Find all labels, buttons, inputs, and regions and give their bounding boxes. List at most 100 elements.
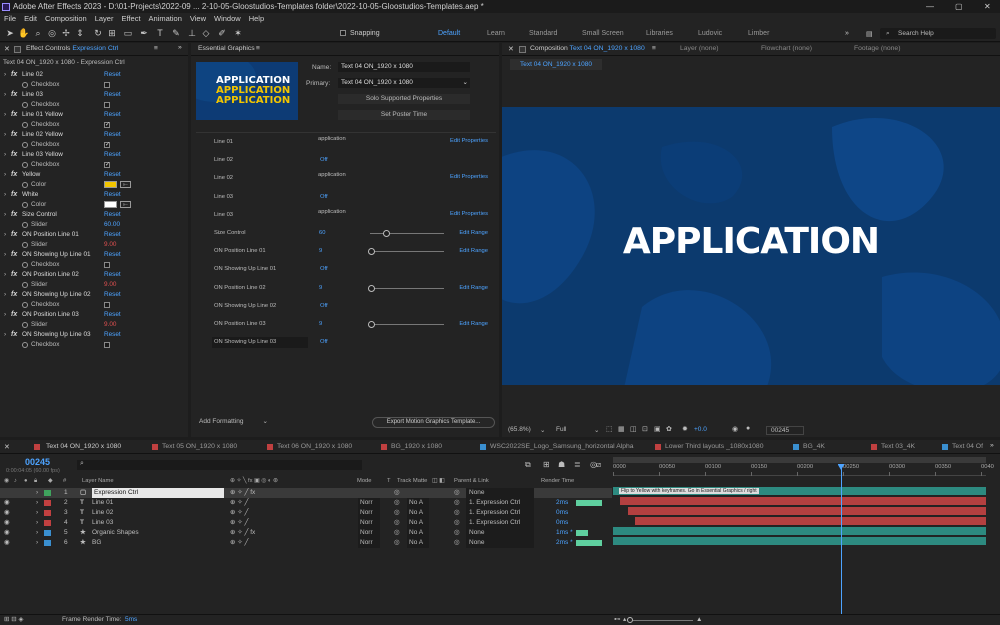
- blend-mode-select[interactable]: Norr: [358, 518, 380, 528]
- blend-mode-select[interactable]: Norr: [358, 538, 380, 548]
- expand-arrow-icon[interactable]: ›: [4, 190, 6, 200]
- eg-slider-track[interactable]: [370, 233, 444, 234]
- puppet-tool-icon[interactable]: ✶: [232, 28, 244, 39]
- resolution-select[interactable]: Full: [556, 426, 566, 433]
- eg-edit-link[interactable]: Edit Range: [459, 225, 488, 242]
- panel-close-icon[interactable]: ✕: [508, 45, 514, 53]
- timeline-zoom-knob[interactable]: [627, 617, 633, 623]
- layer-switches-icons[interactable]: ⊕ ✧ ╱: [230, 508, 248, 518]
- effect-reset-link[interactable]: Reset: [104, 210, 121, 220]
- layer-duration-bar[interactable]: [627, 507, 986, 515]
- eg-text-value[interactable]: application: [318, 204, 346, 221]
- essential-graphics-menu-icon[interactable]: ≡: [256, 45, 260, 52]
- eg-property-label[interactable]: ON Position Line 01: [214, 243, 266, 260]
- eg-slider-value[interactable]: 9: [319, 280, 322, 297]
- stopwatch-icon[interactable]: [22, 242, 28, 248]
- selection-tool-icon[interactable]: ➤: [4, 28, 16, 39]
- menu-effect[interactable]: Effect: [121, 14, 140, 23]
- eg-edit-link[interactable]: Edit Range: [459, 280, 488, 297]
- fx-icon[interactable]: fx: [11, 210, 17, 220]
- layer-switches-icons[interactable]: ⊕ ✧ ╱ fx: [230, 488, 255, 498]
- zoom-out-icon[interactable]: ▴: [623, 615, 626, 625]
- menu-help[interactable]: Help: [249, 14, 264, 23]
- stopwatch-icon[interactable]: [22, 82, 28, 88]
- zoom-tool-icon[interactable]: ⌕: [32, 28, 44, 39]
- parent-select[interactable]: None: [466, 488, 534, 498]
- track-matte-pickwhip-icon[interactable]: ◎: [394, 498, 400, 508]
- track-matte-pickwhip-icon[interactable]: ◎: [394, 508, 400, 518]
- blend-mode-select[interactable]: Norr: [358, 508, 380, 518]
- brush-tool-icon[interactable]: ✎: [170, 28, 182, 39]
- eg-slider-track[interactable]: [370, 251, 444, 253]
- layer-name-column-header[interactable]: Layer Name: [82, 477, 114, 486]
- hide-shy-layers-icon[interactable]: ☗: [558, 460, 565, 469]
- graph-editor-icon[interactable]: ⧄: [596, 460, 601, 470]
- effect-reset-link[interactable]: Reset: [104, 190, 121, 200]
- effect-reset-link[interactable]: Reset: [104, 90, 121, 100]
- color-swatch[interactable]: [104, 201, 117, 208]
- panel-menu-icon[interactable]: ≡: [154, 45, 158, 52]
- track-matte-pickwhip-icon[interactable]: ◎: [394, 488, 400, 498]
- composition-viewer[interactable]: APPLICATION: [502, 107, 1000, 385]
- workspace-default[interactable]: Default: [438, 30, 460, 37]
- menu-composition[interactable]: Composition: [45, 14, 87, 23]
- eg-property-label[interactable]: Line 02: [214, 170, 233, 187]
- tab-close-icon[interactable]: ✕: [4, 443, 10, 451]
- layer-duration-bar[interactable]: [620, 497, 986, 505]
- eraser-tool-icon[interactable]: ◇: [200, 28, 212, 39]
- expand-arrow-icon[interactable]: ›: [4, 170, 6, 180]
- track-matte-select[interactable]: No A: [407, 528, 429, 538]
- track-matte-select[interactable]: No A: [407, 498, 429, 508]
- property-checkbox[interactable]: [104, 262, 110, 268]
- eg-slider-value[interactable]: 9: [319, 243, 322, 260]
- expand-arrow-icon[interactable]: ›: [4, 90, 6, 100]
- eg-checkbox-value[interactable]: Off: [320, 298, 328, 315]
- effect-controls-tab[interactable]: Effect Controls Expression Ctrl: [26, 45, 118, 52]
- parent-select[interactable]: 1. Expression Ctrl: [466, 508, 534, 518]
- color-picker-icon[interactable]: ✿: [666, 425, 672, 433]
- roto-tool-icon[interactable]: ✐: [216, 28, 228, 39]
- 3d-view-icon[interactable]: ⊡: [642, 425, 648, 433]
- layer-row[interactable]: ◉ › 4 T Line 03 ⊕ ✧ ╱ Norr ◎ No A ◎ 1. Expression …: [0, 518, 612, 528]
- fx-icon[interactable]: fx: [11, 330, 17, 340]
- parent-pickwhip-icon[interactable]: ◎: [454, 508, 460, 518]
- parent-select[interactable]: None: [466, 528, 534, 538]
- layer-row[interactable]: › 1 ▢ Expression Ctrl ⊕ ✧ ╱ fx ◎ ◎ None: [0, 488, 612, 498]
- fx-icon[interactable]: fx: [11, 110, 17, 120]
- color-channel-icon[interactable]: ●: [746, 425, 750, 432]
- composition-tab[interactable]: Composition Text 04 ON_1920 x 1080: [530, 45, 645, 52]
- stopwatch-icon[interactable]: [22, 262, 28, 268]
- workspace-ludovic[interactable]: Ludovic: [698, 30, 722, 37]
- layer-switches-icons[interactable]: ⊕ ✧ ╱: [230, 498, 248, 508]
- layer-row[interactable]: ◉ › 6 ★ BG ⊕ ✧ ╱ Norr ◎ No A ◎ None 2ms *: [0, 538, 612, 548]
- tab-overflow-icon[interactable]: »: [990, 442, 994, 449]
- property-checkbox[interactable]: [104, 160, 110, 170]
- layer-label-color[interactable]: [44, 540, 51, 546]
- template-name-input[interactable]: Text 04 ON_1920 x 1080: [338, 62, 470, 72]
- mask-visibility-icon[interactable]: ◫: [630, 425, 637, 433]
- pen-tool-icon[interactable]: ✒: [138, 28, 150, 39]
- rectangle-tool-icon[interactable]: ▭: [122, 28, 134, 39]
- stopwatch-icon[interactable]: [22, 182, 28, 188]
- property-checkbox[interactable]: [104, 102, 110, 108]
- effect-reset-link[interactable]: Reset: [104, 150, 121, 160]
- anchor-tool-icon[interactable]: ⊞: [106, 28, 118, 39]
- property-checkbox[interactable]: [104, 302, 110, 308]
- slider-value[interactable]: 60.00: [104, 220, 120, 230]
- visibility-eye-icon[interactable]: ◉: [4, 508, 10, 518]
- eg-property-label[interactable]: ON Position Line 03: [214, 316, 266, 333]
- stopwatch-icon[interactable]: [22, 322, 28, 328]
- eg-slider-track[interactable]: [370, 287, 444, 289]
- parent-select[interactable]: None: [466, 538, 534, 548]
- layer-name[interactable]: Line 01: [92, 498, 113, 508]
- eg-property-label[interactable]: ON Position Line 02: [214, 280, 266, 297]
- effect-reset-link[interactable]: Reset: [104, 230, 121, 240]
- eg-slider-knob[interactable]: [382, 230, 390, 237]
- stopwatch-icon[interactable]: [22, 302, 28, 308]
- visibility-eye-icon[interactable]: ◉: [4, 538, 10, 548]
- eg-property-label[interactable]: ON Showing Up Line 02: [214, 298, 276, 315]
- eg-property-label[interactable]: ON Showing Up Line 03: [212, 337, 308, 349]
- panel-expand-icon[interactable]: »: [178, 44, 182, 51]
- eg-text-value[interactable]: application: [318, 131, 346, 148]
- composition-mini-flowchart-icon[interactable]: ⧉: [525, 460, 531, 470]
